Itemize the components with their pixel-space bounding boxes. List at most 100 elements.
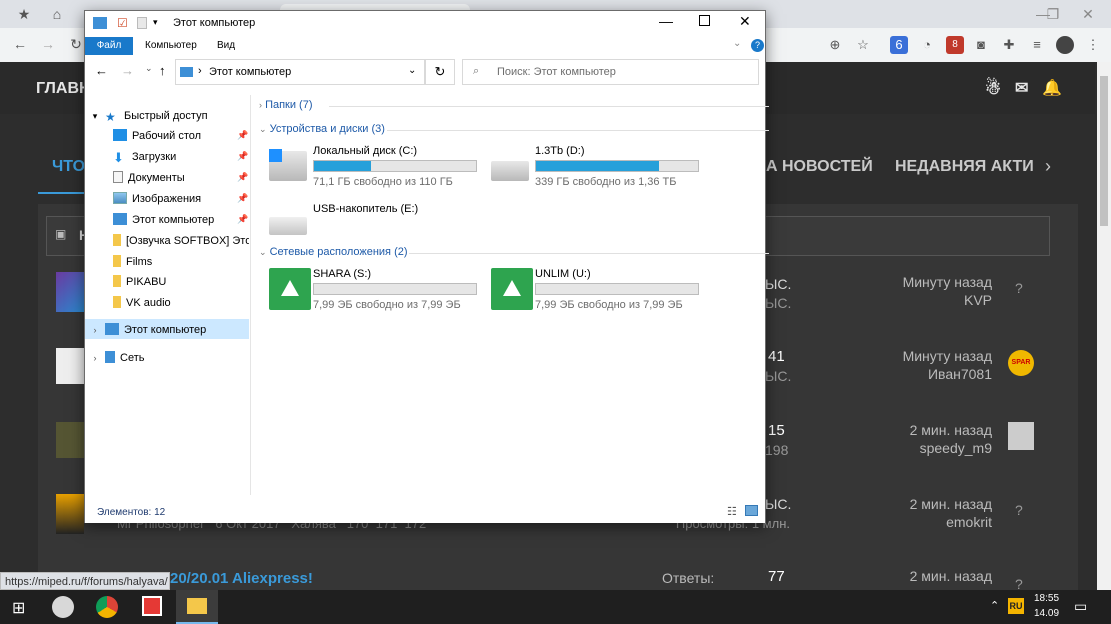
avatar[interactable]: SPAR <box>1008 350 1034 376</box>
nav-item-folder[interactable]: [Озвучка SOFTBOX] Это т <box>85 230 249 250</box>
thread-title[interactable]: 20/20.01 Aliexpress! <box>170 570 313 587</box>
language-indicator[interactable]: RU <box>1008 598 1024 614</box>
chevron-down-icon[interactable]: ⌄ <box>733 38 741 49</box>
star-icon[interactable]: ★ <box>14 4 34 24</box>
taskbar: ⊞ ⌃ RU 18:55 14.09 ▭ <box>0 590 1111 624</box>
close-icon[interactable]: ✕ <box>739 13 751 30</box>
computer-icon <box>93 17 107 29</box>
properties-icon[interactable]: ☑ <box>117 16 128 30</box>
back-icon[interactable]: ← <box>10 34 30 54</box>
recent-dropdown-icon[interactable]: ⌄ <box>145 63 153 74</box>
minimize-icon[interactable]: — <box>659 13 673 29</box>
tab-news[interactable]: А НОВОСТЕЙ <box>766 158 873 176</box>
tab-view[interactable]: Вид <box>217 40 235 51</box>
chevron-down-icon[interactable]: ⌄ <box>408 65 416 76</box>
notifications-icon[interactable]: ▭ <box>1074 598 1087 615</box>
forward-icon[interactable]: → <box>121 63 134 78</box>
refresh-button[interactable]: ↻ <box>425 59 455 85</box>
search-placeholder: Поиск: Этот компьютер <box>497 66 616 78</box>
drive-c[interactable]: Локальный диск (C:) 71,1 ГБ свободно из … <box>267 145 477 195</box>
net-drive-u[interactable]: UNLIM (U:) 7,99 ЭБ свободно из 7,99 ЭБ <box>489 268 699 318</box>
folder-icon <box>113 275 121 287</box>
tab-computer[interactable]: Компьютер <box>145 40 197 51</box>
explorer-titlebar[interactable]: ☑ ▾ Этот компьютер — ✕ <box>85 11 765 37</box>
mail-icon[interactable]: ✉ <box>1015 78 1028 98</box>
windows-start-icon[interactable]: ⊞ <box>12 598 25 618</box>
avatar-icon[interactable]: ☃ <box>985 78 1001 99</box>
nav-this-pc[interactable]: › Этот компьютер <box>85 319 249 339</box>
zoom-icon[interactable]: ⊕ <box>826 36 844 54</box>
qat-dropdown-icon[interactable]: ▾ <box>153 17 158 28</box>
camera-icon[interactable]: ◙ <box>972 36 990 54</box>
forward-icon[interactable]: → <box>38 34 58 54</box>
media-icon[interactable]: ≡ <box>1028 36 1046 54</box>
reload-icon[interactable]: ↻ <box>66 34 86 54</box>
search-icon: ⌕ <box>473 65 480 77</box>
filezilla-icon[interactable] <box>142 596 162 616</box>
drive-e[interactable]: USB-накопитель (E:) <box>267 203 477 239</box>
network-icon <box>105 351 115 363</box>
explorer-taskbar-button[interactable] <box>176 590 218 624</box>
content-pane: › Папки (7) ⌄ Устройства и диски (3) Лок… <box>251 95 769 495</box>
drive-d[interactable]: 1.3Tb (D:) 339 ГБ свободно из 1,36 ТБ <box>489 145 699 195</box>
tab-what[interactable]: ЧТО <box>52 158 85 176</box>
group-devices[interactable]: ⌄ Устройства и диски (3) <box>259 123 769 135</box>
nav-item-this-pc-pinned[interactable]: Этот компьютер 📌 <box>85 209 249 229</box>
nav-item-desktop[interactable]: Рабочий стол 📌 <box>85 125 249 145</box>
pin-icon: 📌 <box>237 172 249 182</box>
avatar[interactable]: ? <box>1015 280 1023 296</box>
clock-date[interactable]: 14.09 <box>1034 608 1059 619</box>
nav-quick-access[interactable]: ▾ ★ Быстрый доступ <box>85 105 249 125</box>
thread-thumbnail <box>56 494 84 534</box>
profile-avatar[interactable] <box>1056 36 1074 54</box>
page-scrollbar[interactable] <box>1097 62 1111 590</box>
menu-icon[interactable]: ⋮ <box>1084 36 1102 54</box>
chevron-right-icon: › <box>259 100 262 110</box>
bell-icon[interactable]: 🔔 <box>1042 78 1062 98</box>
help-icon[interactable]: ? <box>751 39 764 52</box>
chrome-icon[interactable] <box>96 596 118 618</box>
window-title: Этот компьютер <box>173 17 256 29</box>
close-icon[interactable]: ✕ <box>1065 0 1111 28</box>
address-bar[interactable]: › Этот компьютер ⌄ <box>175 59 425 85</box>
app-tab-icon[interactable]: ⌂ <box>48 4 66 24</box>
net-drive-s[interactable]: SHARA (S:) 7,99 ЭБ свободно из 7,99 ЭБ <box>267 268 477 318</box>
chevron-right-icon[interactable]: › <box>1045 156 1051 177</box>
puzzle-icon[interactable]: ✚ <box>1000 36 1018 54</box>
tab-file[interactable]: Файл <box>85 37 133 55</box>
avatar[interactable] <box>1008 422 1034 450</box>
maximize-icon[interactable] <box>699 15 710 26</box>
bookmark-star-icon[interactable]: ☆ <box>854 36 872 54</box>
app-icon[interactable] <box>52 596 74 618</box>
tray-chevron-up-icon[interactable]: ⌃ <box>990 599 999 612</box>
ublock-icon[interactable]: 8 <box>946 36 964 54</box>
details-view-icon[interactable]: ☷ <box>727 505 737 518</box>
table-row[interactable]: 20/20.01 Aliexpress! Ответы: 77 2 мин. н… <box>40 566 1075 592</box>
up-icon[interactable]: ↑ <box>159 63 166 78</box>
group-network[interactable]: ⌄ Сетевые расположения (2) <box>259 246 769 258</box>
search-field[interactable]: ⌕ Поиск: Этот компьютер <box>462 59 759 85</box>
tiles-view-icon[interactable] <box>745 505 758 516</box>
nav-item-folder[interactable]: VK audio <box>85 292 249 312</box>
clock-time[interactable]: 18:55 <box>1034 593 1059 604</box>
back-icon[interactable]: ← <box>95 63 108 78</box>
extension-icon[interactable]: 6 <box>890 36 908 54</box>
thread-thumbnail <box>56 422 84 458</box>
drive-usage-bar <box>313 160 477 172</box>
nav-item-downloads[interactable]: ⬇ Загрузки 📌 <box>85 146 249 166</box>
nav-item-folder[interactable]: Films <box>85 251 249 271</box>
tab-recent[interactable]: НЕДАВНЯЯ АКТИ <box>895 158 1034 176</box>
nav-item-folder[interactable]: PIKABU <box>85 271 249 291</box>
bulb-icon[interactable]: ◔ <box>918 36 936 54</box>
nav-item-pictures[interactable]: Изображения 📌 <box>85 188 249 208</box>
breadcrumb[interactable]: Этот компьютер <box>209 66 291 78</box>
avatar[interactable]: ? <box>1015 502 1023 518</box>
nav-network[interactable]: › Сеть <box>85 347 249 367</box>
group-folders[interactable]: › Папки (7) <box>259 99 769 111</box>
scrollbar-thumb[interactable] <box>1100 76 1108 226</box>
collapse-icon[interactable]: ▣ <box>55 227 66 241</box>
nav-item-documents[interactable]: Документы 📌 <box>85 167 249 187</box>
forum-logo-text[interactable]: ГЛАВН <box>36 80 91 98</box>
new-folder-icon[interactable] <box>137 17 147 29</box>
computer-icon <box>105 323 119 335</box>
